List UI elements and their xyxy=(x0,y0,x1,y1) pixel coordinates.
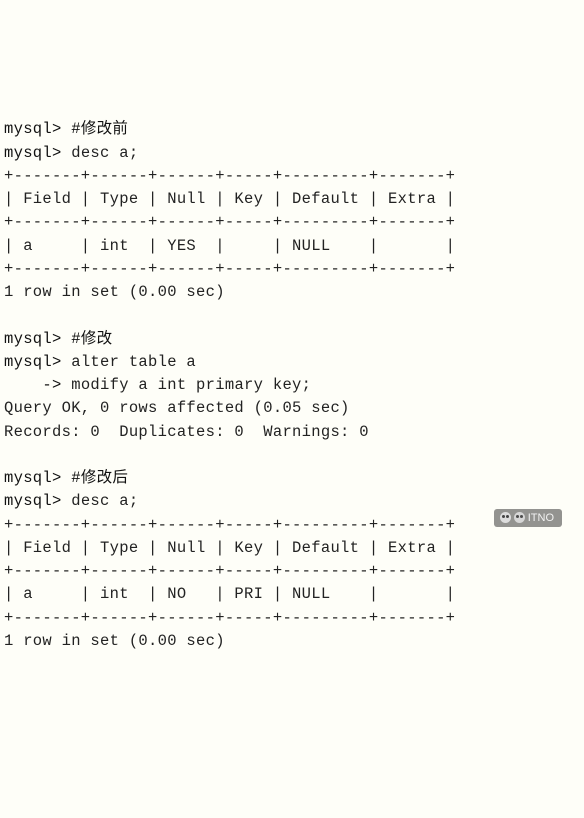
mysql-terminal: mysql> #修改前 mysql> desc a; +-------+----… xyxy=(4,95,580,653)
wechat-icon xyxy=(514,512,525,523)
sql-modify-column: modify a int primary key; xyxy=(71,376,311,394)
table-border: +-------+------+------+-----+---------+-… xyxy=(4,260,455,278)
comment-modify: #修改 xyxy=(71,330,112,348)
comment-before: #修改前 xyxy=(71,120,128,138)
mysql-prompt: mysql> xyxy=(4,330,62,348)
mysql-prompt: mysql> xyxy=(4,144,62,162)
table-header: | Field | Type | Null | Key | Default | … xyxy=(4,190,455,208)
records-summary: Records: 0 Duplicates: 0 Warnings: 0 xyxy=(4,423,369,441)
mysql-cont-prompt: -> xyxy=(4,376,62,394)
rows-in-set: 1 row in set (0.00 sec) xyxy=(4,283,225,301)
sql-alter-table: alter table a xyxy=(71,353,196,371)
table-row: | a | int | NO | PRI | NULL | | xyxy=(4,585,455,603)
rows-in-set: 1 row in set (0.00 sec) xyxy=(4,632,225,650)
sql-desc-before: desc a; xyxy=(71,144,138,162)
table-border: +-------+------+------+-----+---------+-… xyxy=(4,609,455,627)
table-border: +-------+------+------+-----+---------+-… xyxy=(4,562,455,580)
mysql-prompt: mysql> xyxy=(4,120,62,138)
mysql-prompt: mysql> xyxy=(4,469,62,487)
mysql-prompt: mysql> xyxy=(4,353,62,371)
table-border: +-------+------+------+-----+---------+-… xyxy=(4,167,455,185)
watermark-badge: ITNO xyxy=(494,509,562,527)
sql-desc-after: desc a; xyxy=(71,492,138,510)
table-border: +-------+------+------+-----+---------+-… xyxy=(4,516,455,534)
table-border: +-------+------+------+-----+---------+-… xyxy=(4,213,455,231)
wechat-icon xyxy=(500,512,511,523)
table-row: | a | int | YES | | NULL | | xyxy=(4,237,455,255)
comment-after: #修改后 xyxy=(71,469,128,487)
mysql-prompt: mysql> xyxy=(4,492,62,510)
watermark-text: ITNO xyxy=(528,511,554,525)
query-ok: Query OK, 0 rows affected (0.05 sec) xyxy=(4,399,350,417)
table-header: | Field | Type | Null | Key | Default | … xyxy=(4,539,455,557)
